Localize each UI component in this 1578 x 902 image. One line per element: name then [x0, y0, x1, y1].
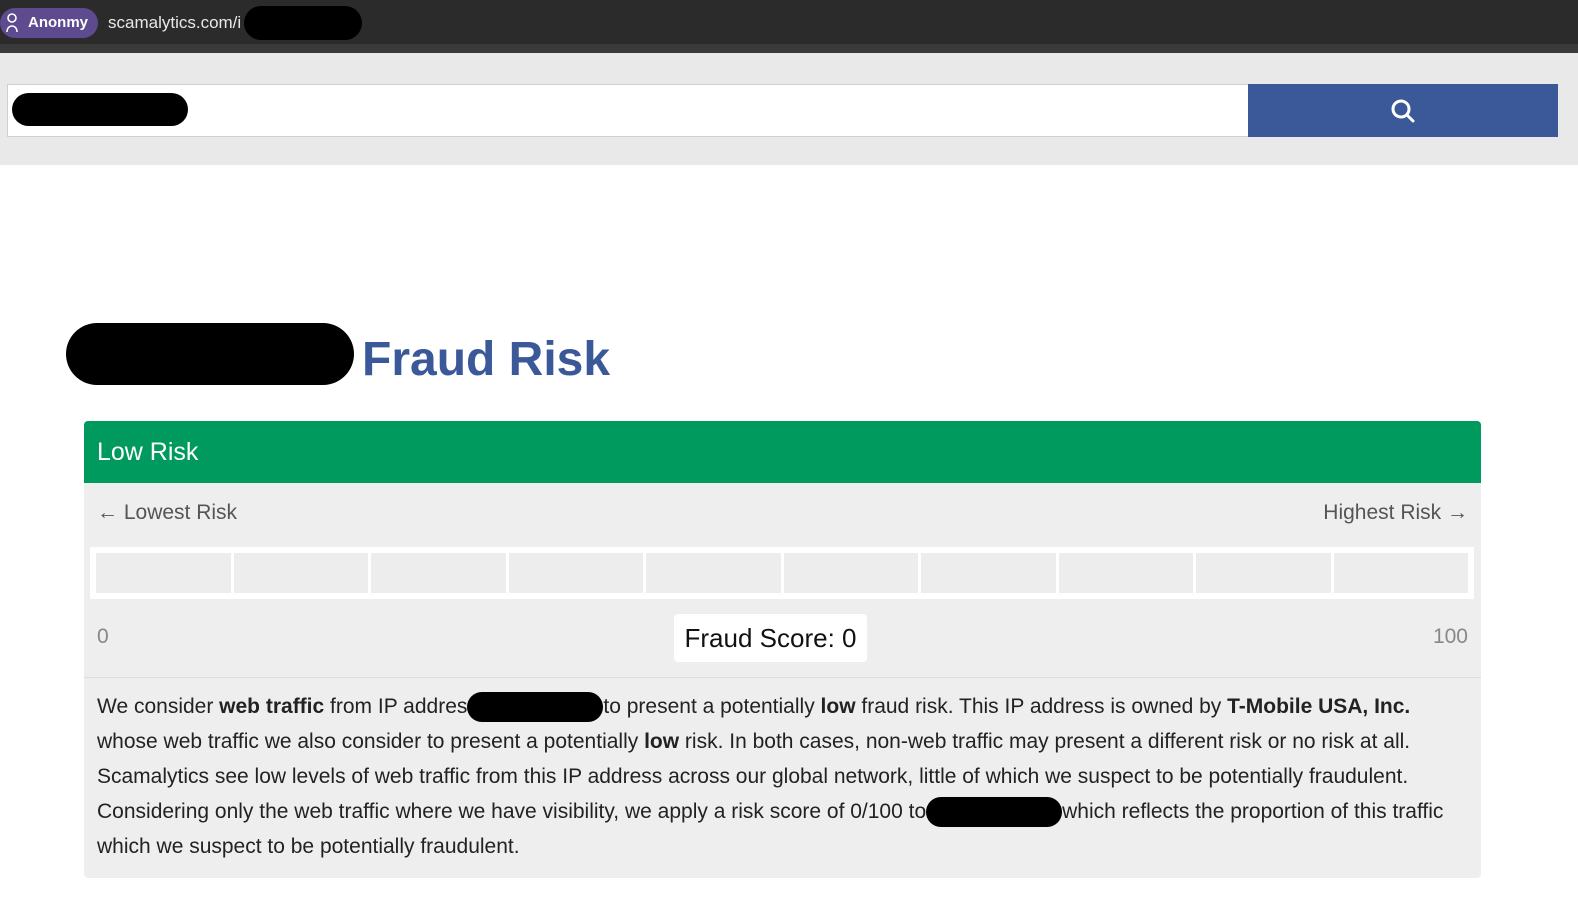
browser-toolbar: Anonmy scamalytics.com/i [0, 0, 1578, 44]
search-input[interactable] [7, 84, 1249, 137]
desc-bold: T-Mobile USA, Inc. [1227, 695, 1411, 718]
redaction-mark [244, 6, 362, 40]
desc-text: fraud risk. This IP address is owned by [855, 695, 1228, 718]
incognito-icon [6, 13, 18, 33]
meter-segment [1333, 553, 1468, 593]
incognito-badge[interactable]: Anonmy [0, 8, 98, 38]
lowest-risk-label: ← Lowest Risk [97, 501, 238, 524]
search-button[interactable] [1248, 84, 1558, 137]
risk-level-header: Low Risk [84, 421, 1481, 483]
meter-segment [96, 553, 231, 593]
meter-segment [1058, 553, 1193, 593]
risk-meter [90, 547, 1474, 599]
redaction-mark [12, 93, 188, 126]
browser-toolbar-border [0, 44, 1578, 53]
desc-bold: web traffic [219, 695, 325, 718]
incognito-label: Anonmy [28, 14, 88, 31]
score-min-label: 0 [97, 625, 109, 648]
meter-segment [646, 553, 781, 593]
divider [84, 677, 1481, 678]
meter-segment [1196, 553, 1331, 593]
address-bar[interactable]: scamalytics.com/i [108, 10, 241, 36]
meter-segment [371, 553, 506, 593]
redacted-ip [467, 692, 604, 723]
redacted-ip [926, 797, 1063, 828]
desc-bold: low [820, 695, 856, 718]
redaction-mark [66, 323, 354, 385]
meter-segment [783, 553, 918, 593]
meter-segment [233, 553, 368, 593]
desc-bold: low [644, 730, 680, 753]
desc-text: We consider [97, 695, 220, 718]
desc-text: from IP addres [324, 695, 468, 718]
meter-segment [921, 553, 1056, 593]
risk-description: We consider web traffic from IP addres to… [97, 689, 1472, 864]
page-title: Fraud Risk [362, 333, 611, 386]
search-bar [0, 53, 1578, 165]
desc-text: to present a potentially [603, 695, 821, 718]
meter-segment [508, 553, 643, 593]
fraud-score: Fraud Score: 0 [674, 614, 867, 662]
desc-text: whose web traffic we also consider to pr… [97, 730, 645, 753]
search-icon [1391, 99, 1415, 122]
risk-panel: Low Risk ← Lowest Risk Highest Risk → 0 … [84, 421, 1481, 878]
score-max-label: 100 [1432, 625, 1468, 648]
highest-risk-label: Highest Risk → [1323, 501, 1468, 524]
